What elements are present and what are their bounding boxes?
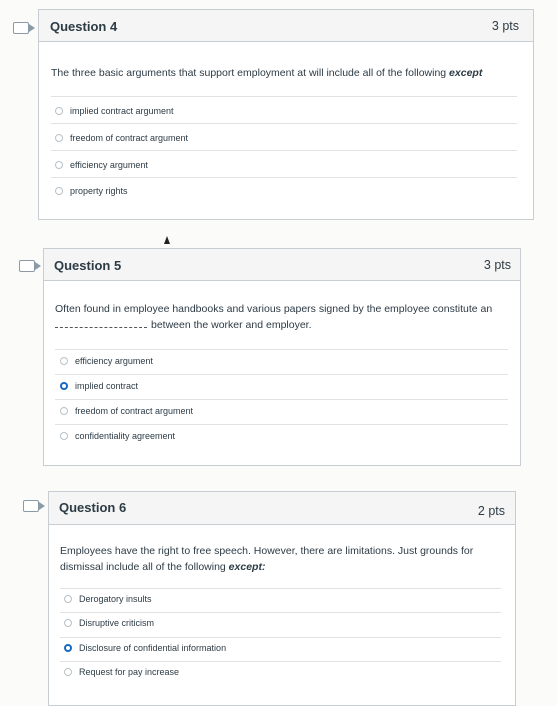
separator xyxy=(51,123,517,124)
question-5-header: Question 5 3 pts xyxy=(44,249,520,281)
answer-label: Derogatory insults xyxy=(79,594,152,604)
question-6-points: 2 pts xyxy=(477,504,505,518)
separator xyxy=(51,150,517,151)
radio-button-selected[interactable] xyxy=(64,644,72,652)
question-4-header: Question 4 3 pts xyxy=(39,10,533,42)
flag-question-5-icon[interactable] xyxy=(19,260,41,272)
question-4-points: 3 pts xyxy=(491,19,519,33)
radio-button[interactable] xyxy=(55,134,63,142)
flag-question-6-icon[interactable] xyxy=(23,500,45,512)
answer-label: confidentiality agreement xyxy=(75,431,176,441)
question-4-title: Question 4 xyxy=(50,19,118,34)
question-5-card: Question 5 3 pts Often found in employee… xyxy=(43,248,521,466)
fill-in-blank xyxy=(55,317,147,328)
answer-label: efficiency argument xyxy=(70,160,148,170)
mouse-cursor-icon xyxy=(164,236,170,244)
answer-label: Disruptive criticism xyxy=(79,618,155,628)
answer-option[interactable]: efficiency argument xyxy=(60,356,153,366)
question-4-prompt-emphasis: except xyxy=(449,67,483,79)
radio-button[interactable] xyxy=(60,357,68,365)
answer-option[interactable]: efficiency argument xyxy=(55,160,148,170)
radio-button[interactable] xyxy=(55,187,63,195)
separator xyxy=(55,424,508,425)
question-5-title: Question 5 xyxy=(54,258,122,273)
question-4-card: Question 4 3 pts The three basic argumen… xyxy=(38,9,534,220)
separator xyxy=(55,399,508,400)
answer-option[interactable]: Derogatory insults xyxy=(64,594,152,604)
question-6-prompt-emphasis: except: xyxy=(228,561,266,573)
radio-button[interactable] xyxy=(60,432,68,440)
radio-button[interactable] xyxy=(55,161,63,169)
question-6-prompt-line-2: dismissal include all of the following e… xyxy=(60,559,500,575)
question-4-prompt: The three basic arguments that support e… xyxy=(51,65,521,81)
question-6-prompt-line-1: Employees have the right to free speech.… xyxy=(60,545,474,557)
question-5-prompt: Often found in employee handbooks and va… xyxy=(55,301,515,333)
separator xyxy=(55,349,508,350)
separator xyxy=(60,661,501,662)
answer-option[interactable]: property rights xyxy=(55,186,128,196)
separator xyxy=(60,612,501,613)
question-5-points: 3 pts xyxy=(483,258,511,272)
question-5-prompt-line-1: Often found in employee handbooks and va… xyxy=(55,303,493,315)
answer-label: efficiency argument xyxy=(75,356,153,366)
question-4-prompt-text: The three basic arguments that support e… xyxy=(51,67,450,79)
answer-option[interactable]: Request for pay increase xyxy=(64,667,179,677)
answer-option[interactable]: implied contract argument xyxy=(55,106,174,116)
flag-question-4-icon[interactable] xyxy=(13,22,35,34)
question-5-prompt-line-2: between the worker and employer. xyxy=(55,317,515,333)
answer-option[interactable]: freedom of contract argument xyxy=(60,406,193,416)
separator xyxy=(51,177,517,178)
answer-option[interactable]: Disruptive criticism xyxy=(64,618,154,628)
answer-label: Request for pay increase xyxy=(79,667,180,677)
radio-button[interactable] xyxy=(64,619,72,627)
radio-button[interactable] xyxy=(64,668,72,676)
question-6-prompt-line-2-text: dismissal include all of the following xyxy=(60,561,229,573)
question-6-prompt: Employees have the right to free speech.… xyxy=(60,543,500,575)
answer-option-selected[interactable]: implied contract xyxy=(60,381,138,391)
answer-option[interactable]: freedom of contract argument xyxy=(55,133,188,143)
question-6-title: Question 6 xyxy=(59,500,127,515)
answer-label: property rights xyxy=(70,186,128,196)
answer-option[interactable]: confidentiality agreement xyxy=(60,431,175,441)
separator xyxy=(55,374,508,375)
separator xyxy=(60,588,501,589)
answer-option-selected[interactable]: Disclosure of confidential information xyxy=(64,643,226,653)
radio-button[interactable] xyxy=(55,107,63,115)
radio-button[interactable] xyxy=(60,407,68,415)
answer-label: implied contract xyxy=(75,381,139,391)
answer-label: Disclosure of confidential information xyxy=(79,643,227,653)
question-5-prompt-line-2-text: between the worker and employer. xyxy=(151,319,312,331)
answer-label: freedom of contract argument xyxy=(75,406,194,416)
question-6-card: Question 6 2 pts Employees have the righ… xyxy=(48,491,516,706)
radio-button[interactable] xyxy=(64,595,72,603)
separator xyxy=(51,96,517,97)
separator xyxy=(60,637,501,638)
radio-button-selected[interactable] xyxy=(60,382,68,390)
answer-label: freedom of contract argument xyxy=(70,133,189,143)
question-6-header: Question 6 2 pts xyxy=(49,492,515,525)
answer-label: implied contract argument xyxy=(70,106,174,116)
